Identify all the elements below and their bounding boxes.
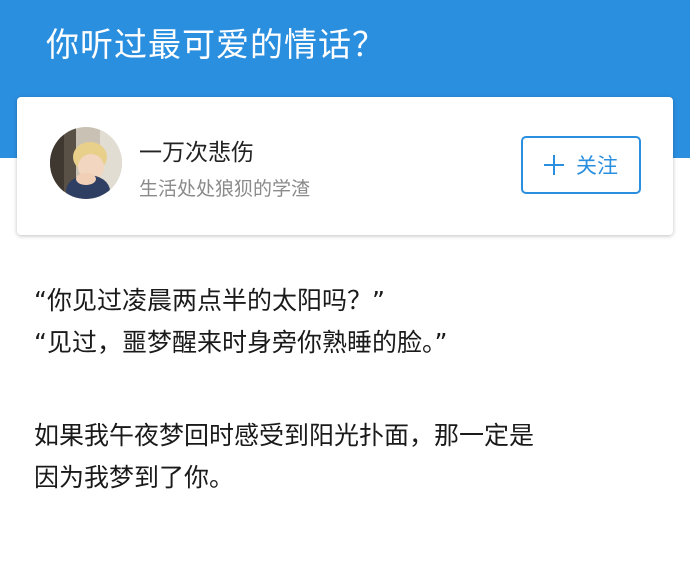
author-name[interactable]: 一万次悲伤 bbox=[139, 133, 254, 167]
quote-line: “你见过凌晨两点半的太阳吗？” bbox=[34, 286, 385, 315]
text-line: 因为我梦到了你。 bbox=[34, 463, 235, 492]
avatar-image bbox=[50, 127, 122, 199]
answer-content: “你见过凌晨两点半的太阳吗？” “见过，噩梦醒来时身旁你熟睡的脸。” 如果我午夜… bbox=[34, 280, 664, 499]
paragraph: 如果我午夜梦回时感受到阳光扑面，那一定是 因为我梦到了你。 bbox=[34, 415, 664, 499]
follow-button[interactable]: 关注 bbox=[521, 136, 641, 194]
author-bio: 生活处处狼狈的学渣 bbox=[139, 178, 311, 200]
author-card: 一万次悲伤 生活处处狼狈的学渣 关注 bbox=[17, 97, 673, 235]
question-title: 你听过最可爱的情话？ bbox=[46, 25, 386, 64]
quote-line: “见过，噩梦醒来时身旁你熟睡的脸。” bbox=[34, 328, 448, 357]
paragraph: “你见过凌晨两点半的太阳吗？” “见过，噩梦醒来时身旁你熟睡的脸。” bbox=[34, 280, 664, 364]
plus-icon bbox=[544, 155, 564, 175]
avatar[interactable] bbox=[50, 127, 122, 199]
follow-button-label: 关注 bbox=[576, 154, 618, 178]
text-line: 如果我午夜梦回时感受到阳光扑面，那一定是 bbox=[34, 421, 535, 450]
